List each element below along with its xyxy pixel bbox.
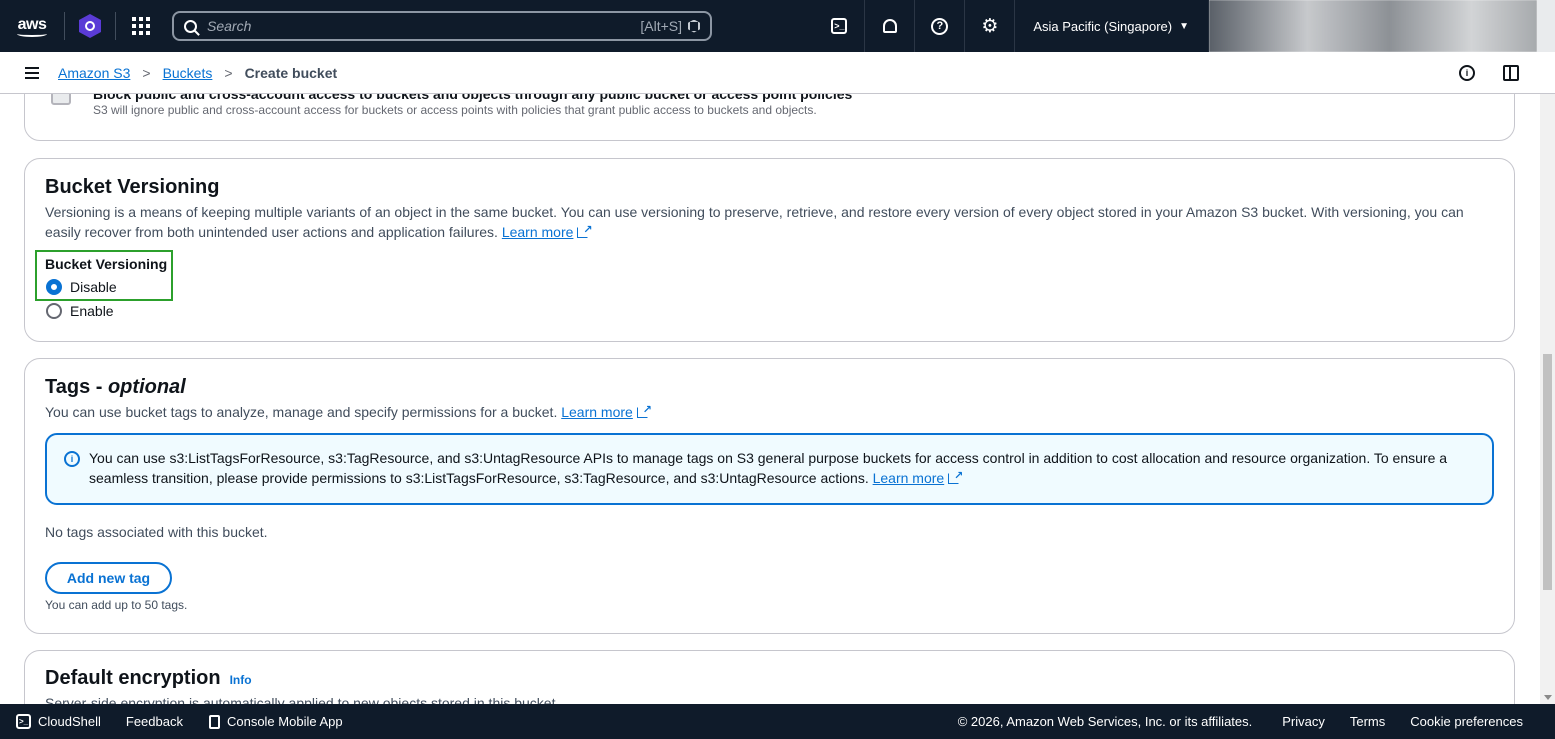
- footer-privacy-link[interactable]: Privacy: [1282, 714, 1325, 729]
- help-button[interactable]: ?: [914, 0, 964, 52]
- radio-enable[interactable]: Enable: [45, 299, 114, 323]
- add-new-tag-button[interactable]: Add new tag: [45, 562, 172, 594]
- top-navigation: aws Search [Alt+S] >_ ? ⚙ Asia Pacific (…: [0, 0, 1209, 52]
- breadcrumb-current: Create bucket: [244, 64, 338, 81]
- caret-down-icon: ▼: [1179, 20, 1189, 32]
- aws-logo[interactable]: aws: [0, 0, 64, 52]
- versioning-field-label: Bucket Versioning: [45, 256, 168, 272]
- block-policies-desc: S3 will ignore public and cross-account …: [93, 103, 817, 117]
- info-alert: i You can use s3:ListTagsForResource, s3…: [45, 433, 1494, 505]
- footer: >_ CloudShell Feedback Console Mobile Ap…: [0, 704, 1555, 739]
- cloudshell-button[interactable]: >_: [814, 0, 864, 52]
- footer-feedback[interactable]: Feedback: [126, 714, 183, 729]
- account-menu-redacted[interactable]: [1209, 0, 1537, 52]
- gear-icon: ⚙: [981, 15, 999, 37]
- learn-more-link[interactable]: Learn more: [561, 404, 633, 420]
- external-link-icon: [636, 400, 652, 420]
- section-title: Tags - optional: [45, 376, 186, 398]
- service-logo-icon[interactable]: [65, 14, 115, 38]
- menu-icon[interactable]: [25, 66, 39, 79]
- section-title: Default encryption Info: [45, 667, 252, 689]
- footer-cookies-link[interactable]: Cookie preferences: [1410, 714, 1523, 729]
- footer-terms-link[interactable]: Terms: [1350, 714, 1385, 729]
- tags-card: Tags - optional You can use bucket tags …: [24, 358, 1515, 634]
- breadcrumb: Amazon S3 > Buckets > Create bucket i: [0, 52, 1555, 94]
- info-panel-icon[interactable]: i: [1459, 64, 1475, 81]
- section-description: You can use bucket tags to analyze, mana…: [45, 400, 652, 422]
- section-description: Server-side encryption is automatically …: [45, 695, 560, 704]
- search-input[interactable]: Search [Alt+S]: [172, 11, 712, 41]
- bell-icon: [882, 19, 897, 33]
- bucket-versioning-card: Bucket Versioning Versioning is a means …: [24, 158, 1515, 342]
- info-link[interactable]: Info: [230, 673, 252, 687]
- cloudshell-icon: >_: [831, 18, 848, 34]
- breadcrumb-amazon-s3[interactable]: Amazon S3: [58, 65, 130, 81]
- footer-mobile-app[interactable]: Console Mobile App: [208, 714, 343, 729]
- section-description: Versioning is a means of keeping multipl…: [45, 202, 1495, 242]
- alert-learn-more-link[interactable]: Learn more: [873, 470, 945, 486]
- learn-more-link[interactable]: Learn more: [502, 224, 574, 240]
- radio-button[interactable]: [46, 303, 62, 319]
- external-link-icon: [948, 466, 963, 486]
- page-scrollbar[interactable]: [1540, 52, 1555, 704]
- default-encryption-card: Default encryption Info Server-side encr…: [24, 650, 1515, 704]
- region-selector[interactable]: Asia Pacific (Singapore) ▼: [1014, 0, 1209, 52]
- chevron-right-icon: >: [224, 64, 233, 81]
- footer-copyright: © 2026, Amazon Web Services, Inc. or its…: [957, 714, 1253, 729]
- footer-cloudshell[interactable]: >_ CloudShell: [16, 714, 101, 729]
- search-icon: [184, 19, 197, 33]
- tag-limit-text: You can add up to 50 tags.: [45, 598, 188, 612]
- services-menu-icon[interactable]: [116, 17, 166, 35]
- amazon-q-icon: [688, 19, 700, 33]
- empty-tags-text: No tags associated with this bucket.: [45, 524, 268, 540]
- cloudshell-icon: >_: [16, 714, 31, 729]
- notifications-button[interactable]: [864, 0, 914, 52]
- mobile-icon: [208, 714, 220, 729]
- settings-button[interactable]: ⚙: [964, 0, 1014, 52]
- breadcrumb-buckets[interactable]: Buckets: [163, 65, 213, 81]
- radio-button-selected[interactable]: [46, 279, 62, 295]
- chevron-right-icon: >: [142, 64, 151, 81]
- side-panel-icon[interactable]: [1503, 64, 1519, 81]
- radio-disable[interactable]: Disable: [45, 275, 117, 299]
- scrollbar-thumb[interactable]: [1543, 354, 1552, 590]
- search-shortcut: [Alt+S]: [640, 18, 682, 34]
- help-icon: ?: [931, 17, 949, 35]
- external-link-icon: [577, 220, 592, 240]
- main-content: Block public and cross-account access to…: [0, 52, 1540, 704]
- section-title: Bucket Versioning: [45, 176, 220, 198]
- info-icon: i: [64, 451, 80, 467]
